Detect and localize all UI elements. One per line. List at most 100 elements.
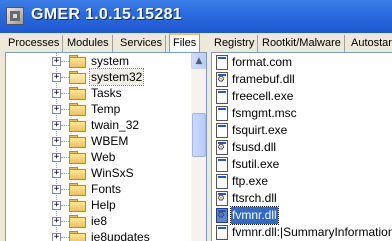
open-folder-icon — [69, 71, 86, 84]
expand-icon[interactable]: + — [52, 217, 61, 226]
tree-item-label: system32 — [88, 68, 145, 86]
file-name: fsusd.dll — [232, 140, 277, 154]
expand-icon[interactable]: + — [52, 169, 61, 178]
tree-item-label: Temp — [91, 102, 121, 116]
title-bar[interactable]: GMER 1.0.15.15281 — [0, 0, 392, 33]
tree-item-winsxs[interactable]: + WinSxS — [6, 165, 196, 181]
tree-item-temp[interactable]: + Temp — [6, 101, 196, 117]
file-item[interactable]: ftsrch.dll — [212, 190, 392, 207]
folder-icon — [69, 199, 86, 212]
tree-item-ie8[interactable]: + ie8 — [6, 213, 196, 229]
tree-branch-line — [61, 77, 69, 78]
expand-icon[interactable]: + — [52, 137, 61, 146]
file-name: ftsrch.dll — [232, 191, 277, 205]
app-icon[interactable] — [6, 7, 24, 25]
folder-icon — [69, 103, 86, 116]
file-name: ftp.exe — [232, 174, 269, 188]
folder-tree[interactable]: + system + system32 + Tasks + Temp + twa… — [5, 52, 207, 241]
folder-icon — [69, 151, 86, 164]
dll-gear-icon — [216, 140, 228, 155]
scroll-up-icon[interactable]: ▲ — [191, 53, 206, 69]
window-title: GMER 1.0.15.15281 — [31, 6, 182, 23]
expand-icon[interactable]: + — [52, 185, 61, 194]
folder-icon — [69, 167, 86, 180]
tree-branch-line — [61, 141, 69, 142]
expand-icon[interactable]: + — [52, 57, 61, 66]
scrollbar-thumb[interactable] — [192, 113, 206, 157]
expand-icon[interactable]: + — [52, 73, 61, 82]
document-icon — [216, 106, 228, 121]
tree-item-label: system — [91, 54, 130, 68]
tree-item-label: WinSxS — [91, 166, 134, 180]
document-icon — [216, 89, 228, 104]
tree-item-label: Web — [91, 150, 116, 164]
tab-processes[interactable]: Processes — [5, 35, 64, 52]
tree-item-label: Fonts — [91, 182, 122, 196]
right-tab-strip: Registry Rootkit/Malware Autostart — [211, 33, 392, 53]
tree-branch-line — [61, 221, 69, 222]
tab-rootkit-malware[interactable]: Rootkit/Malware — [259, 35, 345, 52]
tab-registry[interactable]: Registry — [211, 35, 259, 52]
tree-item-system[interactable]: + system — [6, 53, 196, 69]
file-list[interactable]: format.com framebuf.dll freecell.exe fsm… — [211, 52, 392, 241]
tree-scrollbar[interactable]: ▲ — [191, 53, 206, 241]
dll-gear-icon — [216, 72, 228, 87]
file-item[interactable]: fsmgmt.msc — [212, 105, 392, 122]
dll-gear-icon — [216, 208, 228, 223]
dll-gear-icon — [216, 191, 228, 206]
tree-item-label: WBEM — [91, 134, 129, 148]
main-frame: Processes Modules Services Files Registr… — [0, 33, 392, 241]
file-name: fsquirt.exe — [232, 123, 288, 137]
folder-icon — [69, 87, 86, 100]
expand-icon[interactable]: + — [52, 201, 61, 210]
file-item[interactable]: fsquirt.exe — [212, 122, 392, 139]
tree-item-twain32[interactable]: + twain_32 — [6, 117, 196, 133]
tree-item-wbem[interactable]: + WBEM — [6, 133, 196, 149]
tree-item-label: Help — [91, 198, 116, 212]
folder-icon — [69, 135, 86, 148]
folder-icon — [69, 183, 86, 196]
tree-item-ie8updates[interactable]: + ie8updates — [6, 229, 196, 241]
tab-services[interactable]: Services — [117, 35, 167, 52]
file-name: fsmgmt.msc — [232, 106, 297, 120]
tab-files[interactable]: Files — [169, 33, 201, 53]
file-item[interactable]: fsusd.dll — [212, 139, 392, 156]
folder-icon — [69, 231, 86, 241]
file-item[interactable]: freecell.exe — [212, 88, 392, 105]
tab-modules[interactable]: Modules — [64, 35, 113, 52]
tree-branch-line — [61, 109, 69, 110]
tree-item-system32[interactable]: + system32 — [6, 68, 196, 86]
document-icon — [216, 174, 228, 189]
file-item[interactable]: framebuf.dll — [212, 71, 392, 88]
tree-branch-line — [61, 237, 69, 238]
tree-branch-line — [61, 173, 69, 174]
tree-item-label: twain_32 — [91, 118, 140, 132]
file-item[interactable]: fsutil.exe — [212, 156, 392, 173]
tree-item-help[interactable]: + Help — [6, 197, 196, 213]
expand-icon[interactable]: + — [52, 153, 61, 162]
file-item-selected[interactable]: fvmnr.dll — [212, 206, 392, 225]
tree-branch-line — [61, 93, 69, 94]
tab-autostart[interactable]: Autostart — [348, 35, 392, 52]
tree-branch-line — [61, 157, 69, 158]
expand-icon[interactable]: + — [52, 89, 61, 98]
tree-item-fonts[interactable]: + Fonts — [6, 181, 196, 197]
folder-icon — [69, 55, 86, 68]
expand-icon[interactable]: + — [52, 233, 61, 241]
tree-item-tasks[interactable]: + Tasks — [6, 85, 196, 101]
file-item[interactable]: format.com — [212, 54, 392, 71]
file-name: format.com — [232, 55, 293, 69]
tree-item-web[interactable]: + Web — [6, 149, 196, 165]
file-name: freecell.exe — [232, 89, 294, 103]
tree-item-label: Tasks — [91, 86, 122, 100]
file-item[interactable]: ftp.exe — [212, 173, 392, 190]
tree-branch-line — [61, 189, 69, 190]
file-item[interactable]: fvmnr.dll:|SummaryInformation — [212, 224, 392, 241]
tree-item-label: ie8updates — [91, 230, 150, 241]
tree-item-label: ie8 — [91, 214, 108, 228]
tree-branch-line — [61, 205, 69, 206]
tree-branch-line — [61, 61, 69, 62]
expand-icon[interactable]: + — [52, 105, 61, 114]
document-icon — [216, 123, 228, 138]
expand-icon[interactable]: + — [52, 121, 61, 130]
